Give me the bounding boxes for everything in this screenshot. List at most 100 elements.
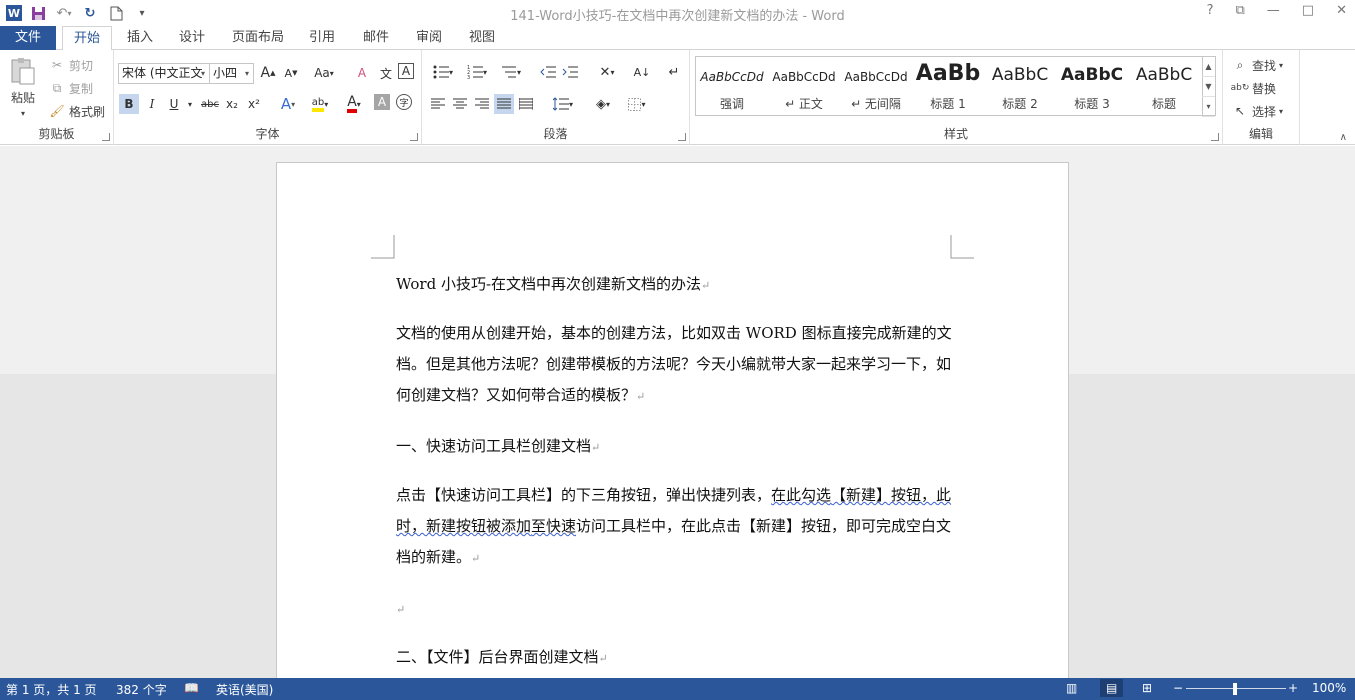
- font-name-combo[interactable]: 宋体 (中文正文 ▾: [118, 63, 210, 84]
- margin-corner-top-left: [371, 235, 395, 259]
- tab-file[interactable]: 文件: [0, 26, 56, 50]
- character-border-button[interactable]: A: [398, 63, 414, 79]
- justify-button[interactable]: [494, 94, 514, 114]
- format-painter-button[interactable]: 🖌 格式刷: [48, 102, 105, 120]
- zoom-in-button[interactable]: +: [1288, 681, 1298, 695]
- tab-review[interactable]: 审阅: [408, 26, 450, 50]
- scissors-icon: ✂: [51, 58, 63, 72]
- show-hide-marks-button[interactable]: ↵: [664, 62, 684, 82]
- italic-button[interactable]: I: [142, 94, 162, 114]
- tab-insert[interactable]: 插入: [118, 26, 162, 50]
- window-controls: ? ⧉ — □ ✕: [1207, 3, 1347, 18]
- shading-button[interactable]: ◈ ▾: [588, 94, 618, 114]
- ribbon-display-options-button[interactable]: ⧉: [1236, 3, 1245, 18]
- web-layout-button[interactable]: ⊞: [1142, 681, 1152, 695]
- styles-more-button[interactable]: ▾: [1202, 97, 1215, 117]
- zoom-out-button[interactable]: −: [1173, 681, 1183, 695]
- copy-button[interactable]: ⧉ 复制: [48, 79, 93, 97]
- document-page[interactable]: Word 小技巧-在文档中再次创建新文档的办法↵ 文档的使用从创建开始，基本的创…: [276, 162, 1069, 692]
- heading-2: 二、【文件】后台界面创建文档↵: [396, 642, 956, 674]
- tab-references[interactable]: 引用: [302, 26, 342, 50]
- font-color-button[interactable]: A ▾: [340, 94, 368, 114]
- zoom-slider-thumb[interactable]: [1233, 683, 1237, 695]
- paragraph-mark: ↵: [701, 279, 711, 292]
- style-title[interactable]: AaBbC 标题: [1128, 57, 1200, 115]
- phonetic-guide-button[interactable]: 文: [376, 63, 396, 83]
- clipboard-group-label: 剪贴板: [38, 127, 75, 141]
- maximize-button[interactable]: □: [1302, 3, 1314, 18]
- style-preview: AaBbCcDd: [700, 70, 764, 84]
- ribbon: 粘贴 ▾ ✂ 剪切 ⧉ 复制 🖌 格式刷 剪贴板 宋体 (中文正文 ▾ 小四 ▾ A ▲ A…: [0, 50, 1355, 145]
- multilevel-list-button[interactable]: ▾: [496, 62, 526, 82]
- underline-dropdown[interactable]: ▾: [180, 94, 200, 114]
- zoom-level[interactable]: 100%: [1312, 681, 1346, 695]
- find-button[interactable]: ⌕ 查找 ▾: [1231, 56, 1283, 74]
- page-count[interactable]: 第 1 页，共 1 页: [6, 681, 97, 698]
- collapse-ribbon-button[interactable]: ∧: [1340, 132, 1347, 143]
- subscript-icon: x₂: [226, 97, 238, 111]
- text-effects-button[interactable]: A ▾: [274, 94, 302, 114]
- align-right-button[interactable]: [472, 94, 492, 114]
- increase-indent-button[interactable]: [560, 62, 580, 82]
- style-heading-1[interactable]: AaBb 标题 1: [912, 57, 984, 115]
- close-button[interactable]: ✕: [1336, 3, 1347, 18]
- styles-scroll-down-button[interactable]: ▼: [1202, 77, 1215, 97]
- subscript-button[interactable]: x₂: [222, 94, 242, 114]
- style-heading-3[interactable]: AaBbC 标题 3: [1056, 57, 1128, 115]
- print-layout-button[interactable]: ▤: [1100, 679, 1124, 697]
- style-normal[interactable]: AaBbCcDd ↵ 正文: [768, 57, 840, 115]
- chevron-down-icon: ▾: [1279, 106, 1284, 116]
- style-emphasis[interactable]: AaBbCcDd 强调: [696, 57, 768, 115]
- tab-home[interactable]: 开始: [62, 26, 112, 51]
- clear-formatting-button[interactable]: A: [352, 63, 372, 83]
- paragraph-launcher[interactable]: [678, 133, 686, 141]
- tab-design[interactable]: 设计: [170, 26, 214, 50]
- numbering-button[interactable]: 1 2 3 ▾: [462, 62, 492, 82]
- bold-button[interactable]: B: [119, 94, 139, 114]
- clipboard-launcher[interactable]: [102, 133, 110, 141]
- style-heading-2[interactable]: AaBbC 标题 2: [984, 57, 1056, 115]
- paragraph-mark: ↵: [636, 390, 646, 403]
- asian-layout-button[interactable]: ✕ ▾: [592, 62, 622, 82]
- superscript-button[interactable]: x²: [244, 94, 264, 114]
- decrease-indent-button[interactable]: [538, 62, 558, 82]
- bullets-button[interactable]: ▾: [428, 62, 458, 82]
- bold-icon: B: [124, 97, 134, 111]
- grow-font-button[interactable]: A ▲: [258, 63, 278, 83]
- style-no-spacing[interactable]: AaBbCcDd ↵ 无间隔: [840, 57, 912, 115]
- highlight-button[interactable]: ab ▾: [306, 94, 334, 114]
- replace-button[interactable]: ab↻ 替换: [1231, 79, 1276, 97]
- shrink-font-button[interactable]: A ▼: [281, 63, 301, 83]
- sort-button[interactable]: A↓: [632, 62, 652, 82]
- style-name: ↵ 正文: [785, 97, 823, 111]
- styles-scroll-up-button[interactable]: ▲: [1202, 57, 1215, 77]
- paste-button[interactable]: 粘贴 ▾: [8, 56, 38, 118]
- minimize-button[interactable]: —: [1267, 3, 1280, 18]
- proofing-icon[interactable]: 📖: [184, 681, 199, 695]
- tab-view[interactable]: 视图: [461, 26, 503, 50]
- strikethrough-button[interactable]: abc: [198, 94, 222, 114]
- language[interactable]: 英语(美国): [216, 681, 273, 698]
- enclose-characters-button[interactable]: 字: [396, 94, 412, 110]
- paragraph-qat-text-a: 点击【快速访问工具栏】的下三角按钮，弹出快捷列表，: [396, 486, 772, 504]
- line-spacing-button[interactable]: ▾: [548, 94, 578, 114]
- distributed-button[interactable]: [516, 94, 536, 114]
- borders-button[interactable]: ▾: [622, 94, 652, 114]
- align-center-button[interactable]: [450, 94, 470, 114]
- help-button[interactable]: ?: [1207, 3, 1214, 18]
- tab-mailings[interactable]: 邮件: [355, 26, 397, 50]
- align-left-button[interactable]: [428, 94, 448, 114]
- cut-button[interactable]: ✂ 剪切: [48, 56, 93, 74]
- change-case-button[interactable]: Aa ▾: [310, 63, 338, 83]
- font-size-combo[interactable]: 小四 ▾: [209, 63, 254, 84]
- select-button[interactable]: ↖ 选择 ▾: [1231, 102, 1283, 120]
- copy-label: 复制: [69, 81, 94, 96]
- paragraph-qat: 点击【快速访问工具栏】的下三角按钮，弹出快捷列表，在此勾选【新建】按钮，此时，新…: [396, 480, 956, 574]
- font-group-label: 字体: [255, 127, 280, 141]
- tab-layout[interactable]: 页面布局: [226, 26, 290, 50]
- read-mode-button[interactable]: ▥: [1066, 681, 1077, 695]
- font-launcher[interactable]: [410, 133, 418, 141]
- character-shading-button[interactable]: A: [374, 94, 390, 110]
- word-count[interactable]: 382 个字: [116, 681, 167, 698]
- styles-launcher[interactable]: [1211, 133, 1219, 141]
